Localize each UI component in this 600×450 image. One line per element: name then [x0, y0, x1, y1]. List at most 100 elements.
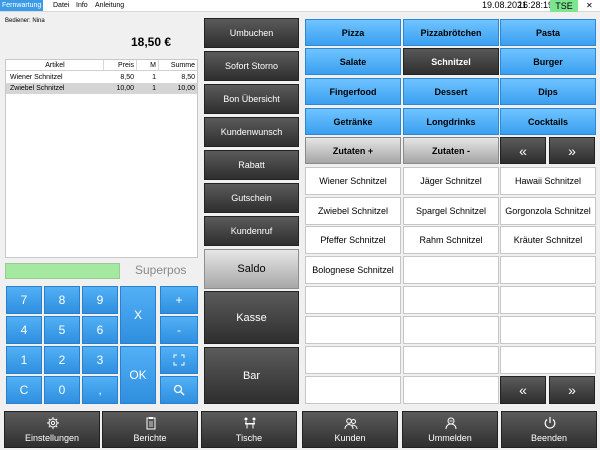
- rabatt-button[interactable]: Rabatt: [204, 150, 299, 180]
- product-next-button[interactable]: »: [549, 376, 595, 404]
- key-5[interactable]: 5: [44, 316, 80, 344]
- product-slot-empty[interactable]: [305, 286, 401, 314]
- product-pfeffer-schnitzel[interactable]: Pfeffer Schnitzel: [305, 226, 401, 254]
- kunden-button[interactable]: Kunden: [302, 411, 398, 448]
- zutaten-plus-button[interactable]: Zutaten +: [305, 137, 401, 164]
- superpos-logo: Superpos: [135, 263, 187, 277]
- kasse-button[interactable]: Kasse: [204, 291, 299, 344]
- ummelden-button[interactable]: Ummelden: [402, 411, 498, 448]
- key-2[interactable]: 2: [44, 346, 80, 374]
- col-artikel: Artikel: [45, 62, 65, 69]
- category-burger[interactable]: Burger: [500, 48, 596, 75]
- key-clear[interactable]: C: [6, 376, 42, 404]
- product-slot-empty[interactable]: [403, 256, 499, 284]
- row-preis: 8,50: [120, 74, 134, 81]
- search-icon: [173, 384, 185, 396]
- key-1[interactable]: 1: [6, 346, 42, 374]
- row-summe: 8,50: [181, 74, 195, 81]
- key-comma[interactable]: ,: [82, 376, 118, 404]
- bon-uebersicht-button[interactable]: Bon Übersicht: [204, 84, 299, 114]
- row-menge: 1: [152, 85, 156, 92]
- product-wiener-schnitzel[interactable]: Wiener Schnitzel: [305, 167, 401, 195]
- key-ok[interactable]: OK: [120, 346, 156, 404]
- receipt-row[interactable]: Zwiebel Schnitzel 10,00 1 10,00: [6, 83, 197, 94]
- sofort-storno-button[interactable]: Sofort Storno: [204, 51, 299, 81]
- category-cocktails[interactable]: Cocktails: [500, 108, 596, 135]
- scan-button[interactable]: [160, 346, 198, 374]
- menu-fernwartung[interactable]: Fernwartung: [0, 0, 44, 11]
- category-dessert[interactable]: Dessert: [403, 78, 499, 105]
- einstellungen-button[interactable]: Einstellungen: [4, 411, 100, 448]
- product-prev-button[interactable]: «: [500, 376, 546, 404]
- receipt-table[interactable]: Artikel Preis M Summe Wiener Schnitzel 8…: [5, 59, 198, 258]
- tische-button[interactable]: Tische: [201, 411, 297, 448]
- menu-anleitung[interactable]: Anleitung: [93, 0, 126, 11]
- product-slot-empty[interactable]: [500, 286, 596, 314]
- product-slot-empty[interactable]: [403, 376, 499, 404]
- key-6[interactable]: 6: [82, 316, 118, 344]
- category-pizzabroetchen[interactable]: Pizzabrötchen: [403, 19, 499, 46]
- key-8[interactable]: 8: [44, 286, 80, 314]
- product-slot-empty[interactable]: [403, 346, 499, 374]
- row-summe: 10,00: [177, 85, 195, 92]
- kundenruf-button[interactable]: Kundenruf: [204, 216, 299, 246]
- key-minus[interactable]: -: [160, 316, 198, 344]
- product-slot-empty[interactable]: [305, 316, 401, 344]
- search-button[interactable]: [160, 376, 198, 404]
- product-rahm-schnitzel[interactable]: Rahm Schnitzel: [403, 226, 499, 254]
- key-plus[interactable]: +: [160, 286, 198, 314]
- product-kraeuter-schnitzel[interactable]: Kräuter Schnitzel: [500, 226, 596, 254]
- key-multiply[interactable]: X: [120, 286, 156, 344]
- category-pasta[interactable]: Pasta: [500, 19, 596, 46]
- key-4[interactable]: 4: [6, 316, 42, 344]
- key-3[interactable]: 3: [82, 346, 118, 374]
- product-slot-empty[interactable]: [403, 286, 499, 314]
- key-9[interactable]: 9: [82, 286, 118, 314]
- row-artikel: Wiener Schnitzel: [10, 74, 63, 81]
- product-slot-empty[interactable]: [305, 346, 401, 374]
- menu-info[interactable]: Info: [74, 0, 90, 11]
- product-bolognese-schnitzel[interactable]: Bolognese Schnitzel: [305, 256, 401, 284]
- bar-button[interactable]: Bar: [204, 347, 299, 404]
- saldo-button[interactable]: Saldo: [204, 249, 299, 289]
- product-slot-empty[interactable]: [500, 346, 596, 374]
- category-prev-button[interactable]: «: [500, 137, 546, 164]
- tse-status-badge: TSE: [550, 0, 578, 12]
- order-total: 18,50 €: [131, 35, 172, 49]
- product-jaeger-schnitzel[interactable]: Jäger Schnitzel: [403, 167, 499, 195]
- kundenwunsch-button[interactable]: Kundenwunsch: [204, 117, 299, 147]
- row-menge: 1: [152, 74, 156, 81]
- product-slot-empty[interactable]: [305, 376, 401, 404]
- berichte-button[interactable]: Berichte: [102, 411, 198, 448]
- category-dips[interactable]: Dips: [500, 78, 596, 105]
- category-fingerfood[interactable]: Fingerfood: [305, 78, 401, 105]
- product-spargel-schnitzel[interactable]: Spargel Schnitzel: [403, 197, 499, 225]
- col-divider: [136, 60, 137, 71]
- beenden-button[interactable]: Beenden: [501, 411, 597, 448]
- menu-datei[interactable]: Datei: [51, 0, 71, 11]
- product-slot-empty[interactable]: [500, 316, 596, 344]
- product-gorgonzola-schnitzel[interactable]: Gorgonzola Schnitzel: [500, 197, 596, 225]
- product-hawaii-schnitzel[interactable]: Hawaii Schnitzel: [500, 167, 596, 195]
- quantity-input[interactable]: [5, 263, 120, 279]
- key-0[interactable]: 0: [44, 376, 80, 404]
- receipt-row[interactable]: Wiener Schnitzel 8,50 1 8,50: [6, 72, 197, 83]
- category-schnitzel[interactable]: Schnitzel: [403, 48, 499, 75]
- category-getraenke[interactable]: Getränke: [305, 108, 401, 135]
- category-longdrinks[interactable]: Longdrinks: [403, 108, 499, 135]
- category-salate[interactable]: Salate: [305, 48, 401, 75]
- users-icon: [344, 418, 358, 430]
- umbuchen-button[interactable]: Umbuchen: [204, 18, 299, 48]
- gutschein-button[interactable]: Gutschein: [204, 183, 299, 213]
- category-next-button[interactable]: »: [549, 137, 595, 164]
- menu-bar: Fernwartung Datei Info Anleitung 19.08.2…: [0, 0, 600, 12]
- close-window-icon[interactable]: ✕: [586, 0, 593, 11]
- key-7[interactable]: 7: [6, 286, 42, 314]
- row-preis: 10,00: [116, 85, 134, 92]
- category-pizza[interactable]: Pizza: [305, 19, 401, 46]
- product-slot-empty[interactable]: [500, 256, 596, 284]
- operator-name: Nina: [32, 18, 45, 24]
- zutaten-minus-button[interactable]: Zutaten -: [403, 137, 499, 164]
- product-slot-empty[interactable]: [403, 316, 499, 344]
- product-zwiebel-schnitzel[interactable]: Zwiebel Schnitzel: [305, 197, 401, 225]
